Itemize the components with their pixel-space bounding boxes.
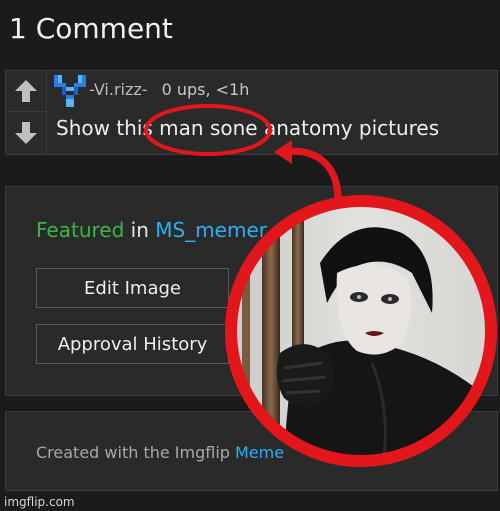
arrow-up-icon	[15, 80, 37, 102]
edit-image-button[interactable]: Edit Image	[36, 268, 229, 308]
avatar-icon	[54, 75, 86, 107]
comment-text: Show this man sone anatomy pictures	[56, 116, 440, 140]
watermark: imgflip.com	[4, 495, 75, 509]
downvote-button[interactable]	[6, 112, 47, 153]
comment-meta: -Vi.rizz- 0 ups, <1h	[89, 80, 249, 99]
upvote-button[interactable]	[6, 71, 47, 112]
avatar[interactable]	[54, 75, 86, 111]
comment: -Vi.rizz- 0 ups, <1h Show this man sone a…	[5, 70, 498, 155]
featured-label: Featured	[36, 218, 125, 242]
comment-username[interactable]: -Vi.rizz-	[89, 80, 148, 99]
approval-history-button[interactable]: Approval History	[36, 324, 229, 364]
comments-heading: 1 Comment	[9, 12, 173, 45]
arrow-down-icon	[15, 121, 37, 144]
created-with-text: Created with the Imgflip	[36, 443, 230, 462]
comment-stats: 0 ups, <1h	[161, 80, 250, 99]
person-photo	[225, 195, 497, 467]
featured-in-label: in	[130, 218, 149, 242]
